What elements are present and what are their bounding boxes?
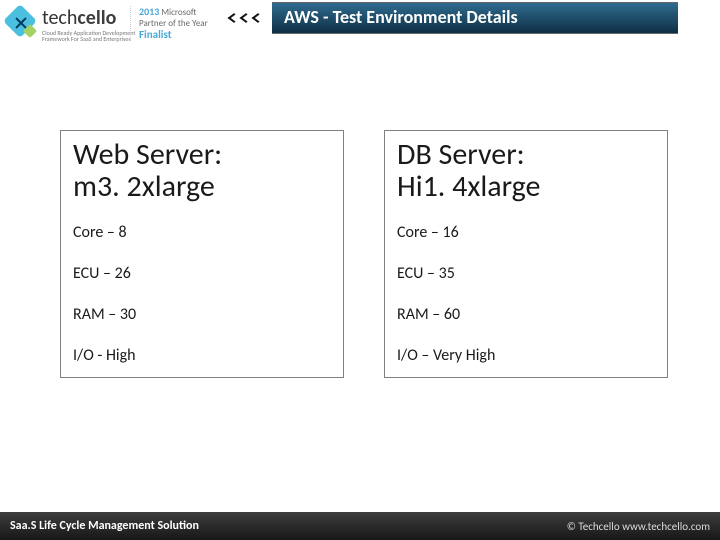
logo-wordmark: techcello bbox=[42, 6, 135, 30]
spec-row: Core – 8 bbox=[61, 213, 343, 254]
spec-boxes: Web Server: m3. 2xlarge Core – 8 ECU – 2… bbox=[60, 130, 668, 378]
logo-icon bbox=[8, 9, 38, 39]
footer-copyright: © Techcello www.techcello.com bbox=[567, 520, 720, 533]
db-server-box: DB Server: Hi1. 4xlarge Core – 16 ECU – … bbox=[384, 130, 668, 378]
partner-brand: Microsoft bbox=[161, 7, 196, 18]
web-server-box: Web Server: m3. 2xlarge Core – 8 ECU – 2… bbox=[60, 130, 344, 378]
spec-row: I/O – Very High bbox=[385, 336, 667, 377]
spec-row: I/O - High bbox=[61, 336, 343, 377]
footer-left-text: Saa.S Life Cycle Management Solution bbox=[0, 519, 567, 533]
web-server-title: Web Server: m3. 2xlarge bbox=[61, 131, 343, 213]
slide-footer: Saa.S Life Cycle Management Solution © T… bbox=[0, 512, 720, 540]
partner-badge: 2013 Microsoft Partner of the Year Final… bbox=[130, 6, 208, 41]
spec-row: Core – 16 bbox=[385, 213, 667, 254]
partner-year: 2013 bbox=[139, 5, 159, 18]
spec-row: RAM – 30 bbox=[61, 295, 343, 336]
spec-row: RAM – 60 bbox=[385, 295, 667, 336]
logo-word-bold: cello bbox=[77, 6, 116, 30]
logo-tagline-2: Framework For SaaS and Enterprises bbox=[42, 36, 135, 42]
company-logo: techcello Cloud Ready Application Develo… bbox=[8, 6, 135, 42]
slide-header: techcello Cloud Ready Application Develo… bbox=[0, 0, 720, 60]
chevron-left-icon bbox=[230, 14, 266, 22]
partner-finalist: Finalist bbox=[139, 28, 172, 41]
title-banner: AWS - Test Environment Details bbox=[230, 3, 678, 33]
spec-row: ECU – 26 bbox=[61, 254, 343, 295]
slide-title: AWS - Test Environment Details bbox=[272, 2, 678, 34]
logo-word-plain: tech bbox=[42, 6, 77, 30]
db-server-title: DB Server: Hi1. 4xlarge bbox=[385, 131, 667, 213]
spec-row: ECU – 35 bbox=[385, 254, 667, 295]
